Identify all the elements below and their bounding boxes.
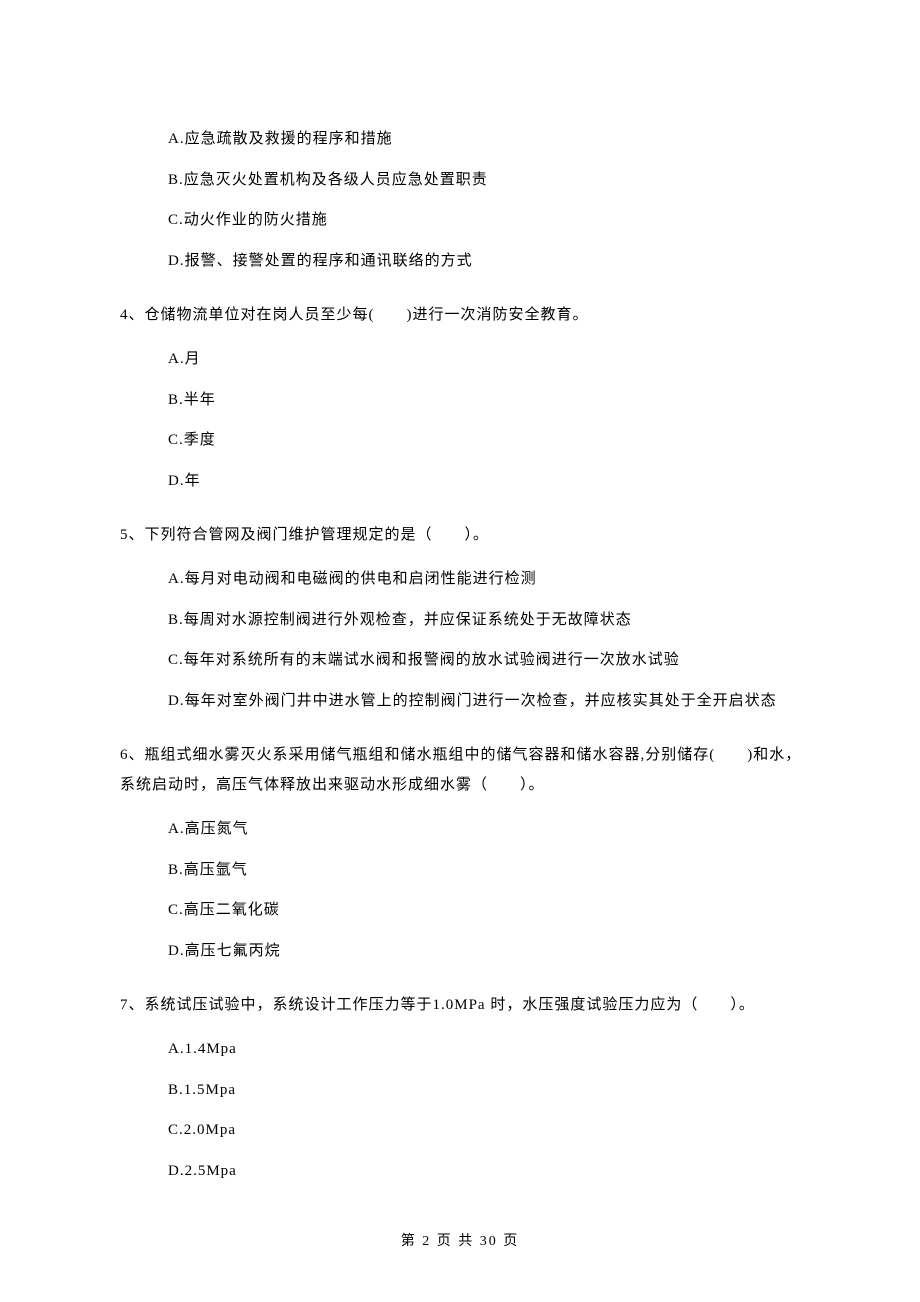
q3-option-d: D.报警、接警处置的程序和通讯联络的方式 <box>168 250 805 273</box>
q6-option-d: D.高压七氟丙烷 <box>168 940 805 963</box>
q7-option-c: C.2.0Mpa <box>168 1119 805 1142</box>
q4-option-d: D.年 <box>168 470 805 493</box>
q4-option-b: B.半年 <box>168 389 805 412</box>
q3-option-b: B.应急灭火处置机构及各级人员应急处置职责 <box>168 169 805 192</box>
q7-option-b: B.1.5Mpa <box>168 1079 805 1102</box>
q4-stem: 4、仓储物流单位对在岗人员至少每( )进行一次消防安全教育。 <box>120 300 805 330</box>
q5-option-c: C.每年对系统所有的末端试水阀和报警阀的放水试验阀进行一次放水试验 <box>168 649 805 672</box>
q5-option-d: D.每年对室外阀门井中进水管上的控制阀门进行一次检查，并应核实其处于全开启状态 <box>168 690 805 713</box>
q4-option-c: C.季度 <box>168 429 805 452</box>
q7-option-d: D.2.5Mpa <box>168 1160 805 1183</box>
page-content: A.应急疏散及救援的程序和措施 B.应急灭火处置机构及各级人员应急处置职责 C.… <box>0 0 920 1182</box>
q7-option-a: A.1.4Mpa <box>168 1038 805 1061</box>
q7-stem: 7、系统试压试验中，系统设计工作压力等于1.0MPa 时，水压强度试验压力应为（… <box>120 990 805 1020</box>
q3-option-a: A.应急疏散及救援的程序和措施 <box>168 128 805 151</box>
q6-option-c: C.高压二氧化碳 <box>168 899 805 922</box>
q6-option-a: A.高压氮气 <box>168 818 805 841</box>
q5-stem: 5、下列符合管网及阀门维护管理规定的是（ ）。 <box>120 520 805 550</box>
q5-option-a: A.每月对电动阀和电磁阀的供电和启闭性能进行检测 <box>168 568 805 591</box>
q3-option-c: C.动火作业的防火措施 <box>168 209 805 232</box>
q6-stem: 6、瓶组式细水雾灭火系采用储气瓶组和储水瓶组中的储气容器和储水容器,分别储存( … <box>120 740 805 800</box>
q5-option-b: B.每周对水源控制阀进行外观检查，并应保证系统处于无故障状态 <box>168 609 805 632</box>
page-footer: 第 2 页 共 30 页 <box>0 1230 920 1250</box>
q4-option-a: A.月 <box>168 348 805 371</box>
q6-option-b: B.高压氩气 <box>168 859 805 882</box>
